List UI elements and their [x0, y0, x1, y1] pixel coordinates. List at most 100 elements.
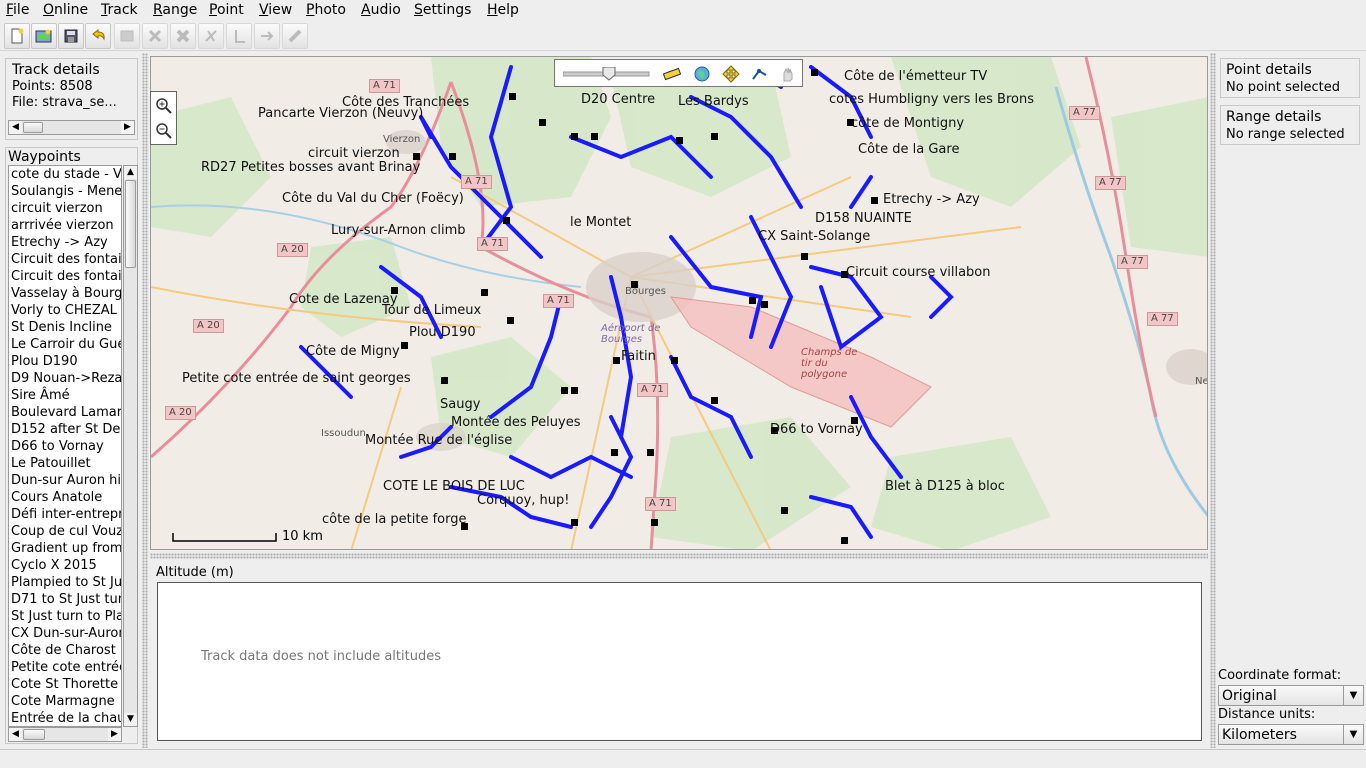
menu-help[interactable]: Help — [487, 2, 519, 18]
waypoint-list-item[interactable]: St Just turn to Plampied — [9, 608, 121, 625]
waypoint-label[interactable]: RD27 Petites bosses avant Brinay — [201, 160, 420, 175]
scroll-up-icon[interactable]: ▲ — [124, 166, 137, 179]
waypoint-list-item[interactable]: Circuit des fontaines 2 — [9, 268, 121, 285]
globe-icon[interactable] — [693, 65, 711, 83]
left-splitter[interactable] — [142, 53, 148, 748]
menu-settings[interactable]: Settings — [414, 2, 471, 18]
waypoint-list-item[interactable]: Défi inter-entreprises — [9, 506, 121, 523]
menu-photo[interactable]: Photo — [306, 2, 346, 18]
save-button[interactable] — [58, 23, 84, 49]
waypoint-label[interactable]: Petite cote entrée de saint georges — [182, 371, 411, 386]
set-range-end-button[interactable] — [254, 23, 280, 49]
waypoint-label[interactable]: D158 NUAINTE — [815, 211, 912, 226]
waypoint-list-item[interactable]: Etrechy -> Azy — [9, 234, 121, 251]
waypoint-list-item[interactable]: Le Patouillet — [9, 455, 121, 472]
waypoint-label[interactable]: COTE LE BOIS DE LUC — [383, 479, 525, 494]
delete-point-button[interactable] — [142, 23, 168, 49]
waypoint-label[interactable]: D20 Centre — [581, 92, 655, 107]
waypoints-list[interactable]: cote du stade - VouzeronSoulangis - Mene… — [8, 165, 122, 727]
waypoint-label[interactable]: Blet à D125 à bloc — [885, 479, 1005, 494]
waypoint-label[interactable]: côte de Montigny — [851, 116, 964, 131]
waypoint-list-item[interactable]: Gradient up from — [9, 540, 121, 557]
waypoint-label[interactable]: Corquoy, hup! — [477, 493, 570, 508]
connect-photo-button[interactable] — [282, 23, 308, 49]
waypoint-label[interactable]: Faitin — [621, 349, 656, 364]
coordinate-format-select[interactable]: Original ▼ — [1218, 685, 1364, 706]
waypoint-label[interactable]: Montée des Peluyes — [451, 415, 580, 430]
map-altitude-splitter[interactable] — [150, 553, 1208, 559]
waypoint-label[interactable]: cotes Humbligny vers les Brons — [829, 92, 1034, 107]
waypoint-label[interactable]: Saugy — [440, 397, 480, 412]
pan-icon[interactable] — [722, 65, 740, 83]
ruler-icon[interactable] — [663, 66, 681, 82]
waypoint-list-item[interactable]: Cours Anatole — [9, 489, 121, 506]
delete-range-button[interactable] — [170, 23, 196, 49]
waypoints-hscrollbar[interactable]: ◀ ▶ — [8, 727, 122, 742]
waypoint-list-item[interactable]: D71 to St Just turn — [9, 591, 121, 608]
waypoint-label[interactable]: Côte du Val du Cher (Foëcy) — [282, 191, 464, 206]
waypoint-list-item[interactable]: Cote Marmagne — [9, 693, 121, 710]
waypoint-list-item[interactable]: Le Carroir du Gué — [9, 336, 121, 353]
map-view[interactable]: A 71 A 71 A 71 A 71 A 71 A 71 A 20 A 20 … — [150, 56, 1208, 550]
chevron-down-icon[interactable]: ▼ — [1343, 725, 1363, 744]
waypoint-list-item[interactable]: D66 to Vornay — [9, 438, 121, 455]
waypoint-list-item[interactable]: Vasselay à Bourges — [9, 285, 121, 302]
scroll-thumb[interactable] — [23, 122, 43, 133]
waypoint-list-item[interactable]: Côte de Charost — [9, 642, 121, 659]
transparency-slider[interactable] — [563, 67, 651, 81]
waypoint-list-item[interactable]: Circuit des fontaines 1 — [9, 251, 121, 268]
hand-icon[interactable] — [779, 65, 797, 83]
waypoint-label[interactable]: Etrechy -> Azy — [883, 192, 980, 207]
scroll-thumb[interactable] — [125, 180, 136, 268]
menu-range[interactable]: Range — [153, 2, 197, 18]
scroll-left-icon[interactable]: ◀ — [9, 728, 22, 741]
waypoint-list-item[interactable]: cote du stade - Vouzeron — [9, 166, 121, 183]
waypoint-label[interactable]: Pancarte Vierzon (Neuvy) — [258, 106, 423, 121]
scroll-left-icon[interactable]: ◀ — [9, 121, 22, 134]
waypoint-label[interactable]: Côte de la Gare — [858, 142, 959, 157]
scroll-down-icon[interactable]: ▼ — [124, 713, 137, 726]
waypoint-list-item[interactable]: Coup de cul Vouzay — [9, 523, 121, 540]
waypoint-label[interactable]: D66 to Vornay — [770, 422, 863, 437]
waypoint-list-item[interactable]: arrrivée vierzon — [9, 217, 121, 234]
right-splitter[interactable] — [1210, 53, 1216, 748]
waypoint-list-item[interactable]: Plou D190 — [9, 353, 121, 370]
menu-track[interactable]: Track — [101, 2, 138, 18]
waypoint-label[interactable]: le Montet — [570, 215, 631, 230]
waypoint-label[interactable]: Côte de Migny — [306, 344, 400, 359]
waypoints-vscrollbar[interactable]: ▲ ▼ — [123, 165, 138, 727]
menu-file[interactable]: File — [6, 2, 29, 18]
distance-units-select[interactable]: Kilometers ▼ — [1218, 724, 1364, 745]
waypoint-list-item[interactable]: Petite cote entrée — [9, 659, 121, 676]
waypoint-label[interactable]: Lury-sur-Arnon climb — [331, 223, 466, 238]
waypoint-list-item[interactable]: Cote St Thorette — [9, 676, 121, 693]
draw-track-icon[interactable] — [751, 65, 769, 83]
menu-view[interactable]: View — [259, 2, 292, 18]
edit-point-button[interactable] — [114, 23, 140, 49]
waypoint-list-item[interactable]: Dun-sur Auron hill — [9, 472, 121, 489]
waypoint-label[interactable]: CX Saint-Solange — [758, 229, 870, 244]
waypoint-list-item[interactable]: Vorly to CHEZAL — [9, 302, 121, 319]
waypoint-label[interactable]: Côte de l'émetteur TV — [844, 69, 987, 84]
scroll-right-icon[interactable]: ▶ — [108, 728, 121, 741]
waypoint-list-item[interactable]: St Denis Incline — [9, 319, 121, 336]
waypoint-list-item[interactable]: Cyclo X 2015 — [9, 557, 121, 574]
waypoint-list-item[interactable]: circuit vierzon — [9, 200, 121, 217]
menu-point[interactable]: Point — [209, 2, 244, 18]
zoom-in-icon[interactable] — [155, 97, 173, 115]
waypoint-list-item[interactable]: D152 after St Denis — [9, 421, 121, 438]
menu-audio[interactable]: Audio — [361, 2, 401, 18]
waypoint-label[interactable]: Circuit course villabon — [846, 265, 991, 280]
waypoint-list-item[interactable]: Plampied to St Just — [9, 574, 121, 591]
zoom-out-icon[interactable] — [155, 122, 173, 140]
waypoint-list-item[interactable]: D9 Nouan->Rezay — [9, 370, 121, 387]
track-details-scrollbar[interactable]: ◀ ▶ — [8, 120, 135, 135]
chevron-down-icon[interactable]: ▼ — [1343, 686, 1363, 705]
waypoint-label[interactable]: Les Bardys — [678, 94, 749, 109]
scroll-right-icon[interactable]: ▶ — [121, 121, 134, 134]
waypoint-label[interactable]: Plou D190 — [409, 325, 476, 340]
waypoint-list-item[interactable]: CX Dun-sur-Auron — [9, 625, 121, 642]
waypoint-list-item[interactable]: Boulevard Lamarck — [9, 404, 121, 421]
waypoint-label[interactable]: circuit vierzon — [308, 146, 400, 161]
open-file-button[interactable] — [31, 23, 57, 49]
